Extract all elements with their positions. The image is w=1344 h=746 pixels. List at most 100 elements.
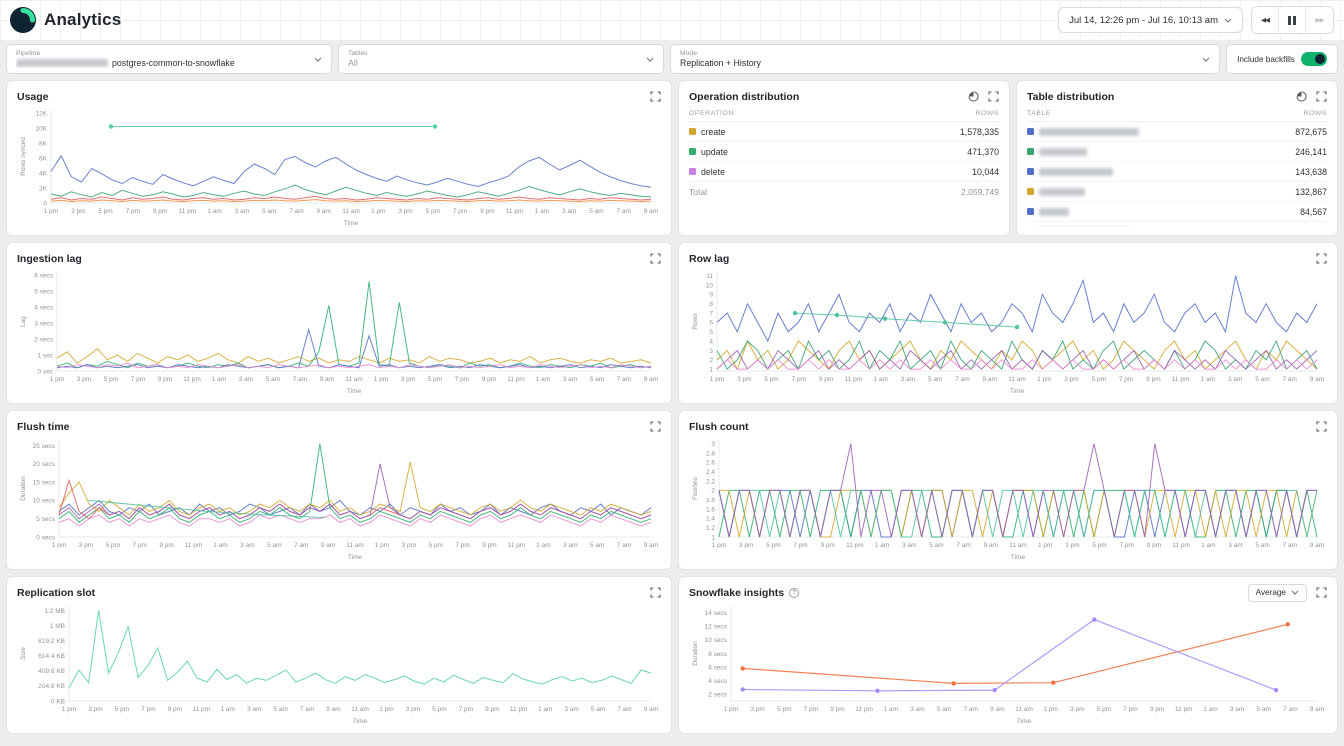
flush-time-title: Flush time [17,421,70,433]
flush-count-chart[interactable]: 11.21.41.61.822.22.42.62.831 pm3 pm5 pm7… [689,434,1327,561]
svg-text:3 am: 3 am [901,376,915,383]
header-controls: Jul 14, 12:26 pm - Jul 16, 10:13 am ◀◀ ▶… [1058,6,1334,34]
flush-time-chart[interactable]: 0 secs5 secs10 secs15 secs20 secs25 secs… [17,434,661,561]
expand-icon[interactable] [650,587,661,598]
series-color-swatch [1027,188,1034,195]
series-color-swatch [1027,208,1034,215]
usage-chart[interactable]: 02K4K6K8K10K12K1 pm3 pm5 pm7 pm9 pm11 pm… [17,104,661,227]
pie-toggle-icon[interactable] [1296,91,1307,102]
svg-text:9 am: 9 am [1310,706,1324,713]
svg-text:6: 6 [709,320,713,327]
svg-text:3 pm: 3 pm [406,706,420,713]
svg-text:5 pm: 5 pm [104,376,118,383]
svg-text:9 pm: 9 pm [480,208,494,215]
svg-text:5 pm: 5 pm [1097,706,1111,713]
expand-icon[interactable] [650,253,661,264]
svg-text:3 pm: 3 pm [88,706,102,713]
table-row: 872,675 [1027,122,1327,142]
date-range-label: Jul 14, 12:26 pm - Jul 16, 10:13 am [1069,15,1218,26]
expand-icon[interactable] [1316,587,1327,598]
pause-icon [1288,16,1296,25]
expand-icon[interactable] [650,421,661,432]
forward-button[interactable]: ▶▶ [1306,7,1333,33]
svg-text:9 am: 9 am [1310,376,1324,383]
svg-text:11 am: 11 am [346,542,364,549]
rewind-button[interactable]: ◀◀ [1252,7,1279,33]
aggregation-select[interactable]: Average [1248,584,1307,602]
panel-row-lag: Row lag 12345678910111 pm3 pm5 pm7 pm9 p… [678,242,1338,404]
svg-text:9 am: 9 am [644,376,658,383]
tables-select[interactable]: Tables All [338,44,664,74]
svg-text:0 KB: 0 KB [51,698,65,705]
svg-text:1 pm: 1 pm [712,542,726,549]
row-count: 872,675 [1295,127,1327,137]
table-row: 65,560 [1027,222,1327,227]
toggle-knob [1315,54,1325,64]
svg-text:11 am: 11 am [1009,542,1027,549]
svg-text:1 am: 1 am [536,542,550,549]
svg-text:8: 8 [709,301,713,308]
svg-text:1 pm: 1 pm [724,706,738,713]
svg-text:5 am: 5 am [267,542,281,549]
include-backfills-toggle[interactable] [1301,52,1327,66]
pipeline-select[interactable]: Pipeline postgres-common-to-snowflake [6,44,332,74]
total-value: 2,059,749 [961,187,999,197]
snowflake-insights-chart[interactable]: 2 secs4 secs6 secs8 secs10 secs12 secs14… [689,600,1327,725]
svg-text:3 pm: 3 pm [739,542,753,549]
row-lag-chart[interactable]: 12345678910111 pm3 pm5 pm7 pm9 pm11 pm1 … [689,266,1327,395]
svg-text:7 am: 7 am [1282,376,1296,383]
svg-text:Time: Time [1011,554,1026,561]
svg-text:5 secs: 5 secs [36,516,56,523]
svg-text:11 pm: 11 pm [508,542,526,549]
redacted-text [16,59,108,67]
svg-text:3 pm: 3 pm [1070,706,1084,713]
svg-text:3 am: 3 am [239,376,253,383]
table-row: 246,141 [1027,142,1327,162]
svg-text:9 am: 9 am [326,706,340,713]
svg-text:2 secs: 2 secs [708,692,728,699]
svg-text:5 pm: 5 pm [98,208,112,215]
svg-text:10 secs: 10 secs [705,637,728,644]
help-icon[interactable]: ? [789,588,799,598]
column-header: OPERATION [689,110,734,117]
chevron-down-icon [1291,590,1299,595]
expand-icon[interactable] [650,91,661,102]
svg-text:3 secs: 3 secs [34,320,54,327]
svg-text:7 am: 7 am [617,376,631,383]
svg-text:11 am: 11 am [342,208,360,215]
svg-text:7 am: 7 am [1283,542,1297,549]
expand-icon[interactable] [1316,421,1327,432]
svg-text:11 pm: 11 pm [179,208,197,215]
svg-text:7 am: 7 am [617,542,631,549]
expand-icon[interactable] [1316,253,1327,264]
mode-select[interactable]: Mode Replication + History [670,44,1220,74]
svg-text:7 pm: 7 pm [455,542,469,549]
svg-text:11 pm: 11 pm [193,706,211,713]
svg-text:3 am: 3 am [563,542,577,549]
svg-text:Size: Size [20,647,27,660]
svg-text:6K: 6K [39,155,48,162]
pie-toggle-icon[interactable] [968,91,979,102]
expand-icon[interactable] [988,91,999,102]
svg-text:11 am: 11 am [351,706,369,713]
row-lag-title: Row lag [689,253,729,265]
date-range-button[interactable]: Jul 14, 12:26 pm - Jul 16, 10:13 am [1058,7,1243,33]
redacted-text [1039,168,1113,176]
expand-icon[interactable] [1316,91,1327,102]
table-row: create1,578,335 [689,122,999,142]
redacted-text [1039,128,1139,136]
svg-text:9 am: 9 am [644,706,658,713]
svg-text:5 am: 5 am [590,376,604,383]
row-count: 471,370 [967,147,999,157]
app-header: Analytics Jul 14, 12:26 pm - Jul 16, 10:… [0,0,1344,40]
svg-text:11 pm: 11 pm [506,208,524,215]
svg-text:9 pm: 9 pm [1146,376,1160,383]
svg-text:20 secs: 20 secs [33,461,56,468]
svg-text:5 pm: 5 pm [1092,376,1106,383]
svg-text:0: 0 [43,200,47,207]
svg-text:1 MB: 1 MB [50,623,65,630]
ingestion-lag-chart[interactable]: 0 sec1 sec2 secs3 secs4 secs5 secs6 secs… [17,266,661,395]
series-color-swatch [1027,148,1034,155]
replication-slot-chart[interactable]: 0 KB204.8 KB409.6 KB614.4 KB819.2 KB1 MB… [17,600,661,725]
pause-button[interactable] [1279,7,1306,33]
